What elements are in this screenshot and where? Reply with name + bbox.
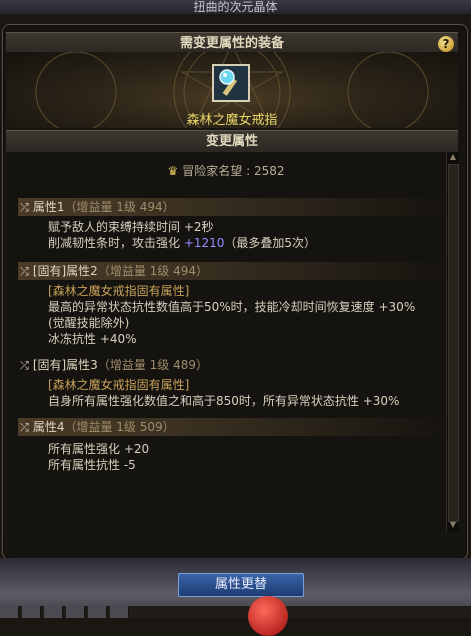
attribute-4-gain: （增益量 1级 509） <box>64 420 175 434</box>
attributes-section-title: 变更属性 <box>205 134 258 149</box>
attribute-1-gain: （增益量 1级 494） <box>64 200 175 214</box>
skill-slot[interactable] <box>22 606 41 618</box>
attribute-4-header[interactable]: ⤮ 属性4（增益量 1级 509） <box>18 418 448 436</box>
item-name: 森林之魔女戒指 <box>186 113 278 128</box>
attribute-1-line-2: 削减韧性条时，攻击强化 +1210（最多叠加5次） <box>48 234 316 251</box>
attribute-3-header[interactable]: ⤮ [固有]属性3（增益量 1级 489） <box>18 356 448 374</box>
shuffle-icon: ⤮ <box>20 359 29 372</box>
attribute-3-gain: （增益量 1级 489） <box>97 358 208 372</box>
skill-slot[interactable] <box>66 606 85 618</box>
attribute-3-line-1: [森林之魔女戒指固有属性] <box>48 378 190 392</box>
skill-slot[interactable] <box>44 606 63 618</box>
attributes-section-header: 变更属性 <box>6 130 458 154</box>
hp-orb-icon <box>248 596 288 636</box>
attribute-2-line-2: 最高的异常状态抗性数值高于50%时，技能冷却时间恢复速度 +30% <box>48 300 416 314</box>
shuffle-icon: ⤮ <box>20 265 29 278</box>
item-banner: 森林之魔女戒指 <box>6 52 458 128</box>
scroll-down-icon[interactable]: ▼ <box>449 521 457 529</box>
fame-row: ♛ 冒险家名望 : 2582 <box>6 162 446 179</box>
attribute-2-header[interactable]: ⤮ [固有]属性2（增益量 1级 494） <box>18 262 448 280</box>
skill-slot[interactable] <box>0 606 19 618</box>
attribute-4-line-1: 所有属性强化 +20 <box>48 442 150 456</box>
equipment-section-title: 需变更属性的装备 <box>179 36 284 51</box>
crown-icon: ♛ <box>167 164 179 178</box>
skill-bar <box>0 606 471 618</box>
attributes-list: ♛ 冒险家名望 : 2582 ⤮ 属性1（增益量 1级 494） 赋予敌人的束缚持续… <box>6 152 448 532</box>
attribute-3-title: [固有]属性3 <box>32 358 98 372</box>
ring-icon[interactable] <box>212 64 250 102</box>
scrollbar-thumb[interactable] <box>448 164 459 522</box>
scrollbar[interactable]: ▲ ▼ <box>446 152 459 532</box>
attribute-1-line-2-text: 削减韧性条时，攻击强化 <box>48 236 184 250</box>
fame-label: 冒险家名望 : 2582 <box>182 164 285 178</box>
attribute-1-line-2-suffix: （最多叠加5次） <box>224 236 317 250</box>
attribute-2-gain: （增益量 1级 494） <box>97 264 208 278</box>
attribute-2-line-1: [森林之魔女戒指固有属性] <box>48 284 190 298</box>
attribute-4-line-2: 所有属性抗性 -5 <box>48 458 136 472</box>
attribute-1-title: 属性1 <box>32 200 65 214</box>
change-attribute-button[interactable]: 属性更替 <box>178 573 304 597</box>
skill-slot[interactable] <box>88 606 107 618</box>
attribute-2-title: [固有]属性2 <box>32 264 98 278</box>
attribute-1-header[interactable]: ⤮ 属性1（增益量 1级 494） <box>18 198 448 216</box>
attribute-3-line-2: 自身所有属性强化数值之和高于850时，所有异常状态抗性 +30% <box>48 394 400 408</box>
shuffle-icon: ⤮ <box>20 201 29 214</box>
attribute-1-line-1: 赋予敌人的束缚持续时间 +2秒 <box>48 220 214 234</box>
help-icon[interactable]: ? <box>438 36 454 52</box>
attribute-1-line-2-value: +1210 <box>183 236 225 250</box>
attribute-2-line-4: 冰冻抗性 +40% <box>48 332 137 346</box>
scroll-up-icon[interactable]: ▲ <box>449 153 457 161</box>
attribute-2-line-3: (觉醒技能除外) <box>48 316 130 330</box>
shuffle-icon: ⤮ <box>20 421 29 434</box>
skill-slot[interactable] <box>110 606 129 618</box>
attribute-4-title: 属性4 <box>32 420 65 434</box>
window-title: 扭曲的次元晶体 <box>0 0 471 14</box>
